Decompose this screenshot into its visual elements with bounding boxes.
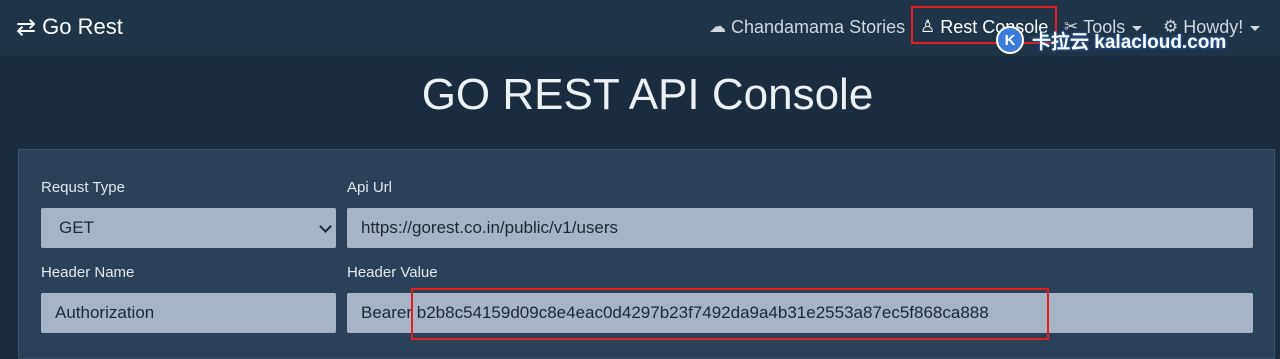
- brand-link[interactable]: ⇄ Go Rest: [16, 12, 123, 42]
- header-value-label: Header Value: [347, 264, 438, 281]
- header-name-label: Header Name: [41, 264, 135, 281]
- header-name-input[interactable]: Authorization: [41, 293, 336, 333]
- kalacloud-logo-icon: K: [996, 26, 1024, 54]
- header-name-value: Authorization: [55, 303, 155, 322]
- watermark: K 卡拉云 kalacloud.com: [996, 24, 1226, 56]
- chevron-down-icon: [319, 220, 332, 233]
- header-value-value: Bearer b2b8c54159d09c8e4eac0d4297b23f749…: [361, 303, 989, 322]
- page-title: GO REST API Console: [421, 70, 874, 119]
- nav-link-label: Chandamama Stories: [731, 16, 906, 37]
- api-url-label: Api Url: [347, 179, 393, 196]
- request-type-value: GET: [59, 218, 94, 237]
- api-url-input[interactable]: https://gorest.co.in/public/v1/users: [347, 208, 1253, 248]
- header-value-input[interactable]: Bearer b2b8c54159d09c8e4eac0d4297b23f749…: [347, 293, 1253, 333]
- request-type-label: Requst Type: [41, 179, 125, 196]
- linux-penguin-icon: ♙: [920, 17, 936, 36]
- watermark-text: 卡拉云 kalacloud.com: [1032, 31, 1227, 53]
- caret-down-icon: [1250, 26, 1261, 31]
- request-type-select[interactable]: GET: [41, 208, 336, 248]
- moon-cloud-icon: ☁: [709, 17, 726, 36]
- nav-link-chandamama-stories[interactable]: ☁ Chandamama Stories: [709, 12, 905, 42]
- exchange-arrows-icon: ⇄: [16, 13, 37, 41]
- brand-label: Go Rest: [42, 14, 123, 39]
- api-url-value: https://gorest.co.in/public/v1/users: [361, 218, 619, 237]
